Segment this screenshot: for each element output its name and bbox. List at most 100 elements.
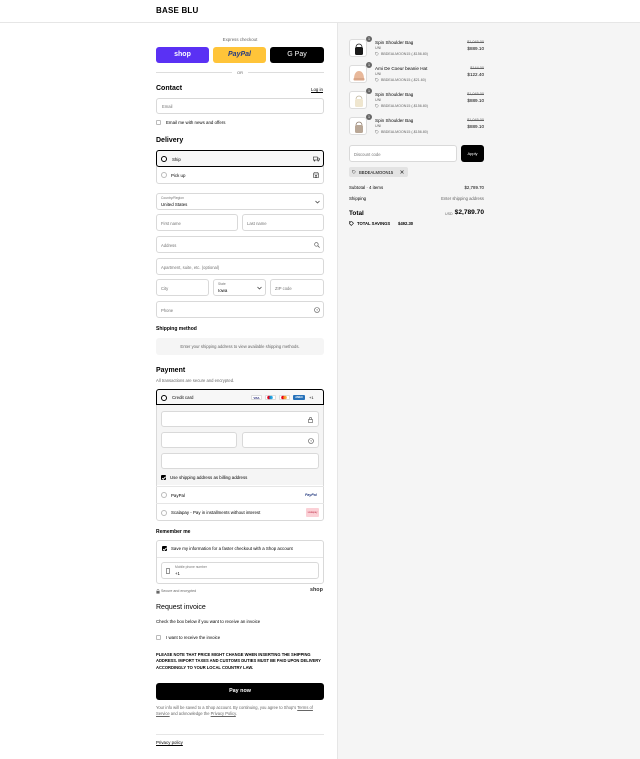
item-variant: UNI — [375, 98, 382, 102]
item-quantity-badge: 1 — [366, 88, 372, 94]
item-name: Spin Shoulder Bag — [375, 40, 414, 45]
state-label: State — [218, 282, 226, 286]
credit-card-radio[interactable] — [161, 394, 167, 401]
amex-icon: AMEX — [293, 395, 305, 400]
ship-radio[interactable] — [161, 156, 167, 162]
item-quantity-badge: 1 — [366, 36, 372, 42]
mobile-phone-value: +1 — [175, 571, 180, 576]
divider-left — [156, 72, 232, 73]
contact-heading: Contact — [156, 85, 183, 92]
store-icon — [313, 172, 319, 178]
save-info-label: Save my information for a faster checkou… — [171, 546, 293, 551]
apply-button[interactable]: Apply — [461, 145, 484, 162]
address-placeholder: Address — [161, 243, 177, 248]
security-code-field[interactable]: ? — [242, 432, 319, 448]
login-link[interactable]: Log in — [311, 87, 323, 92]
total-value: $2,789.70 — [454, 209, 484, 216]
privacy-policy-inline-link[interactable]: Privacy Policy — [211, 711, 236, 716]
item-discount: BBDEALMOON15 (-$21.60) — [381, 78, 426, 82]
visa-icon: VISA — [251, 395, 262, 400]
divider-right — [248, 72, 324, 73]
item-quantity-badge: 1 — [366, 62, 372, 68]
address-field[interactable]: Address — [156, 236, 324, 253]
pickup-label: Pick up — [171, 173, 186, 178]
newsletter-checkbox[interactable] — [156, 120, 161, 125]
lock-icon — [156, 589, 160, 594]
state-value: Iowa — [218, 288, 228, 293]
last-name-field[interactable]: Last name — [242, 214, 324, 231]
country-select[interactable]: Country/Region United States — [156, 193, 324, 210]
item-original-price: $1,045.00 — [467, 92, 484, 96]
product-thumbnail — [349, 91, 367, 109]
paypal-radio[interactable] — [161, 492, 167, 498]
paypal-button[interactable]: PayPal — [213, 47, 266, 63]
city-field[interactable]: City — [156, 279, 209, 296]
phone-field[interactable]: Phone ? — [156, 301, 324, 318]
payment-heading: Payment — [156, 367, 186, 374]
item-price: $122.40 — [467, 72, 484, 77]
scalapay-label: Scalapay - Pay in installments without i… — [171, 510, 261, 515]
item-name: Spin Shoulder Bag — [375, 92, 414, 97]
name-on-card-field[interactable] — [161, 453, 319, 469]
item-quantity-badge: 1 — [366, 114, 372, 120]
paypal-logo-icon: PayPal — [305, 493, 317, 497]
secure-encrypted-text: Secure and encrypted — [161, 589, 197, 593]
scalapay-radio[interactable] — [161, 510, 167, 516]
expiry-field[interactable] — [161, 432, 237, 448]
paypal-label: PayPal — [171, 493, 185, 498]
delivery-option-pickup[interactable]: Pick up — [156, 167, 324, 184]
email-field[interactable]: Email — [156, 98, 324, 114]
footer-divider — [156, 734, 324, 735]
shoulder-bag-cream-icon — [355, 95, 363, 107]
total-savings-label: TOTAL SAVINGS — [357, 221, 391, 226]
payment-option-scalapay[interactable]: Scalapay - Pay in installments without i… — [156, 503, 324, 521]
newsletter-label: Email me with news and offers — [166, 120, 226, 125]
delivery-option-ship[interactable]: Ship — [156, 150, 324, 167]
mobile-phone-field[interactable]: Mobile phone number +1 — [161, 562, 319, 579]
city-placeholder: City — [161, 286, 169, 291]
close-icon[interactable] — [400, 170, 404, 174]
invoice-checkbox[interactable] — [156, 635, 161, 640]
card-number-field[interactable] — [161, 411, 319, 427]
billing-same-checkbox[interactable] — [161, 475, 166, 480]
pickup-radio[interactable] — [161, 172, 167, 178]
apartment-field[interactable]: Apartment, suite, etc. (optional) — [156, 258, 324, 275]
save-info-checkbox[interactable] — [162, 546, 167, 551]
help-icon[interactable]: ? — [308, 438, 314, 444]
payment-option-paypal[interactable]: PayPal PayPal — [156, 486, 324, 503]
shipping-method-heading: Shipping method — [156, 326, 197, 332]
item-price: $889.10 — [467, 98, 484, 103]
discount-code-field[interactable]: Discount code — [349, 145, 457, 162]
ship-label: Ship — [172, 157, 181, 162]
item-name: Spin Shoulder Bag — [375, 118, 414, 123]
beanie-hat-icon — [353, 71, 365, 81]
item-variant: UNI — [375, 46, 382, 50]
first-name-field[interactable]: First name — [156, 214, 238, 231]
country-value: United States — [161, 202, 188, 207]
payment-subtitle: All transactions are secure and encrypte… — [156, 378, 235, 383]
item-name: Ami De Coeur beanie Hat — [375, 66, 428, 71]
payment-option-credit-card[interactable]: Credit card VISA MC MC AMEX +1 — [156, 389, 324, 405]
lock-icon — [308, 417, 313, 423]
item-price: $889.10 — [467, 124, 484, 129]
item-variant: UNI — [375, 124, 382, 128]
remember-me-heading: Remember me — [156, 529, 191, 535]
shop-pay-button[interactable]: shop — [156, 47, 209, 63]
email-placeholder: Email — [162, 104, 173, 109]
applied-code-text: BBDEALMOON15 — [359, 169, 394, 175]
google-pay-button[interactable]: G Pay — [270, 47, 324, 63]
help-icon[interactable]: ? — [314, 307, 320, 313]
state-select[interactable]: State Iowa — [213, 279, 266, 296]
brand-logo[interactable]: BASE BLU — [156, 6, 199, 15]
legal-and: and acknowledge the — [170, 711, 210, 717]
product-thumbnail — [349, 117, 367, 135]
privacy-policy-link[interactable]: Privacy policy — [156, 740, 183, 745]
invoice-heading: Request invoice — [156, 604, 206, 611]
chevron-down-icon — [315, 200, 320, 204]
search-icon — [314, 242, 320, 248]
pay-now-button[interactable]: Pay now — [156, 683, 324, 700]
zip-field[interactable]: ZIP code — [270, 279, 324, 296]
svg-text:?: ? — [310, 439, 312, 443]
item-variant: UNI — [375, 72, 382, 76]
item-discount: BBDEALMOON15 (-$156.80) — [381, 130, 428, 134]
